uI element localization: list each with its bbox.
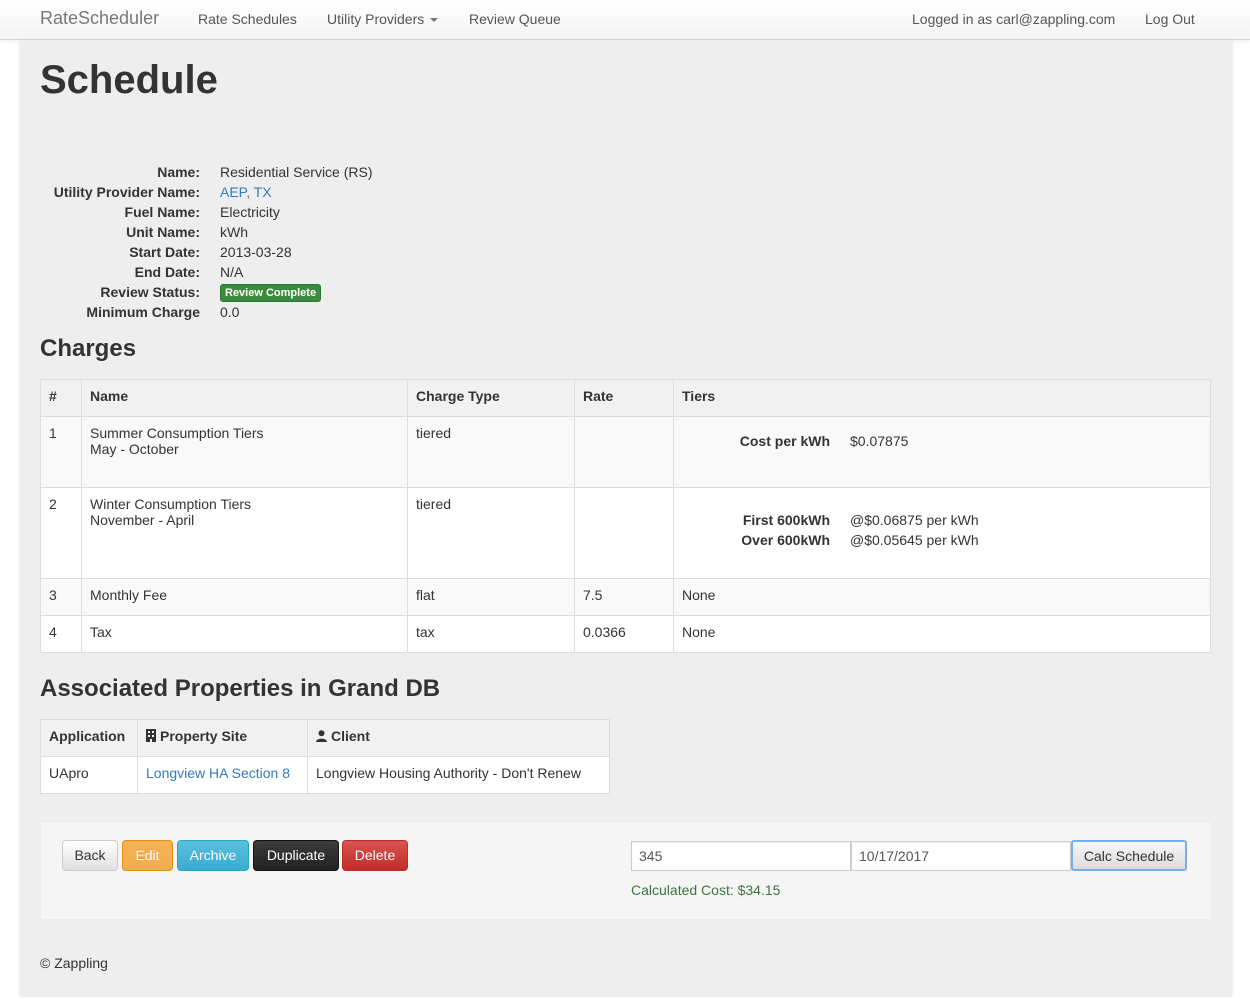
table-row: 4 Tax tax 0.0366 None (40, 615, 1211, 653)
charge-num: 2 (40, 487, 82, 579)
end-date-label: End Date: (134, 264, 200, 280)
nav-utility-providers[interactable]: Utility Providers (327, 11, 439, 27)
col-client-label: Client (331, 728, 370, 744)
charges-table: # Name Charge Type Rate Tiers 1 Summer C… (40, 379, 1211, 653)
charge-rate: 0.0366 (574, 615, 674, 653)
table-row: 1 Summer Consumption Tiers May - October… (40, 416, 1211, 488)
tier-line: Cost per kWh $0.07875 (682, 431, 1202, 451)
review-status-label: Review Status: (100, 284, 200, 300)
edit-button[interactable]: Edit (122, 840, 173, 871)
minimum-charge-value: 0.0 (220, 304, 240, 320)
charge-type: flat (407, 578, 575, 616)
charge-name: Tax (81, 615, 408, 653)
archive-button[interactable]: Archive (177, 840, 249, 871)
name-value: Residential Service (RS) (220, 164, 373, 180)
duplicate-button[interactable]: Duplicate (253, 840, 339, 871)
charge-tiers: None (673, 615, 1211, 653)
charge-type: tax (407, 615, 575, 653)
charge-tiers: First 600kWh @$0.06875 per kWh Over 600kW… (673, 487, 1211, 579)
start-date-label: Start Date: (129, 244, 200, 260)
col-rate: Rate (574, 379, 674, 417)
property-site-link[interactable]: Longview HA Section 8 (146, 765, 290, 781)
user-icon (316, 729, 327, 745)
col-charge-type: Charge Type (407, 379, 575, 417)
properties-table: Application Property Site Client UApro L… (40, 719, 610, 794)
brand-link[interactable]: RateScheduler (40, 8, 159, 29)
nav-utility-providers-label: Utility Providers (327, 11, 425, 27)
fuel-value: Electricity (220, 204, 280, 220)
col-number: # (40, 379, 82, 417)
col-property-site-label: Property Site (160, 728, 248, 744)
table-row: 3 Monthly Fee flat 7.5 None (40, 578, 1211, 616)
charge-num: 3 (40, 578, 82, 616)
property-site-cell: Longview HA Section 8 (137, 756, 308, 794)
application-cell: UApro (40, 756, 138, 794)
start-date-value: 2013-03-28 (220, 244, 292, 260)
logout-link[interactable]: Log Out (1145, 11, 1195, 27)
tier-value: $0.07875 (850, 433, 909, 449)
charge-rate: 7.5 (574, 578, 674, 616)
charge-name: Winter Consumption Tiers (90, 496, 252, 512)
calc-schedule-button[interactable]: Calc Schedule (1071, 840, 1187, 871)
main-container: Schedule Name: Residential Service (RS) U… (20, 40, 1232, 995)
status-badge: Review Complete (220, 284, 322, 302)
unit-value: kWh (220, 224, 248, 240)
tier-label: Over 600kWh (741, 532, 830, 548)
col-tiers: Tiers (673, 379, 1211, 417)
usage-input[interactable] (631, 841, 851, 871)
tier-label: First 600kWh (742, 512, 830, 528)
tier-line: First 600kWh @$0.06875 per kWh (682, 510, 1202, 530)
date-input[interactable] (851, 841, 1071, 871)
page-title: Schedule (40, 58, 218, 102)
charge-rate (574, 487, 674, 579)
caret-down-icon (430, 18, 439, 23)
table-row: 2 Winter Consumption Tiers November - Ap… (40, 487, 1211, 579)
col-property-site: Property Site (137, 719, 308, 757)
provider-link[interactable]: AEP, TX (220, 184, 272, 200)
table-row: UApro Longview HA Section 8 Longview Hou… (40, 756, 610, 794)
name-label: Name: (157, 164, 200, 180)
charge-num: 1 (40, 416, 82, 488)
provider-label: Utility Provider Name: (53, 184, 200, 200)
top-navbar: RateScheduler Rate Schedules Utility Pro… (0, 0, 1250, 40)
charge-tiers: None (673, 578, 1211, 616)
charge-name: Summer Consumption Tiers (90, 425, 264, 441)
client-cell: Longview Housing Authority - Don't Renew (307, 756, 610, 794)
col-name: Name (81, 379, 408, 417)
charge-period: November - April (90, 512, 195, 528)
calculated-cost: Calculated Cost: $34.15 (631, 882, 781, 898)
charge-name-cell: Summer Consumption Tiers May - October (81, 416, 408, 488)
schedule-details: Name: Residential Service (RS) Utility Pr… (40, 162, 540, 322)
charge-num: 4 (40, 615, 82, 653)
footer-copyright: © Zappling (40, 955, 108, 971)
nav-rate-schedules[interactable]: Rate Schedules (198, 11, 297, 27)
nav-review-queue[interactable]: Review Queue (469, 11, 561, 27)
properties-title: Associated Properties in Grand DB (40, 675, 441, 702)
charge-name-cell: Winter Consumption Tiers November - Apri… (81, 487, 408, 579)
charge-type: tiered (407, 487, 575, 579)
col-client: Client (307, 719, 610, 757)
charges-title: Charges (40, 335, 137, 362)
tier-value: @$0.05645 per kWh (850, 532, 979, 548)
end-date-value: N/A (220, 264, 244, 280)
logged-in-text: Logged in as carl@zappling.com (912, 11, 1116, 27)
charge-name: Monthly Fee (81, 578, 408, 616)
charge-period: May - October (90, 441, 179, 457)
charge-type: tiered (407, 416, 575, 488)
fuel-label: Fuel Name: (124, 204, 200, 220)
tier-line: Over 600kWh @$0.05645 per kWh (682, 530, 1202, 550)
charge-tiers: Cost per kWh $0.07875 (673, 416, 1211, 488)
building-icon (146, 729, 156, 745)
delete-button[interactable]: Delete (342, 840, 408, 871)
minimum-charge-label: Minimum Charge (86, 304, 200, 320)
tier-value: @$0.06875 per kWh (850, 512, 979, 528)
tier-label: Cost per kWh (739, 433, 830, 449)
col-application: Application (40, 719, 138, 757)
actions-well: Back Edit Archive Duplicate Delete Calc … (40, 821, 1212, 920)
unit-label: Unit Name: (126, 224, 200, 240)
charge-rate (574, 416, 674, 488)
back-button[interactable]: Back (62, 840, 118, 871)
